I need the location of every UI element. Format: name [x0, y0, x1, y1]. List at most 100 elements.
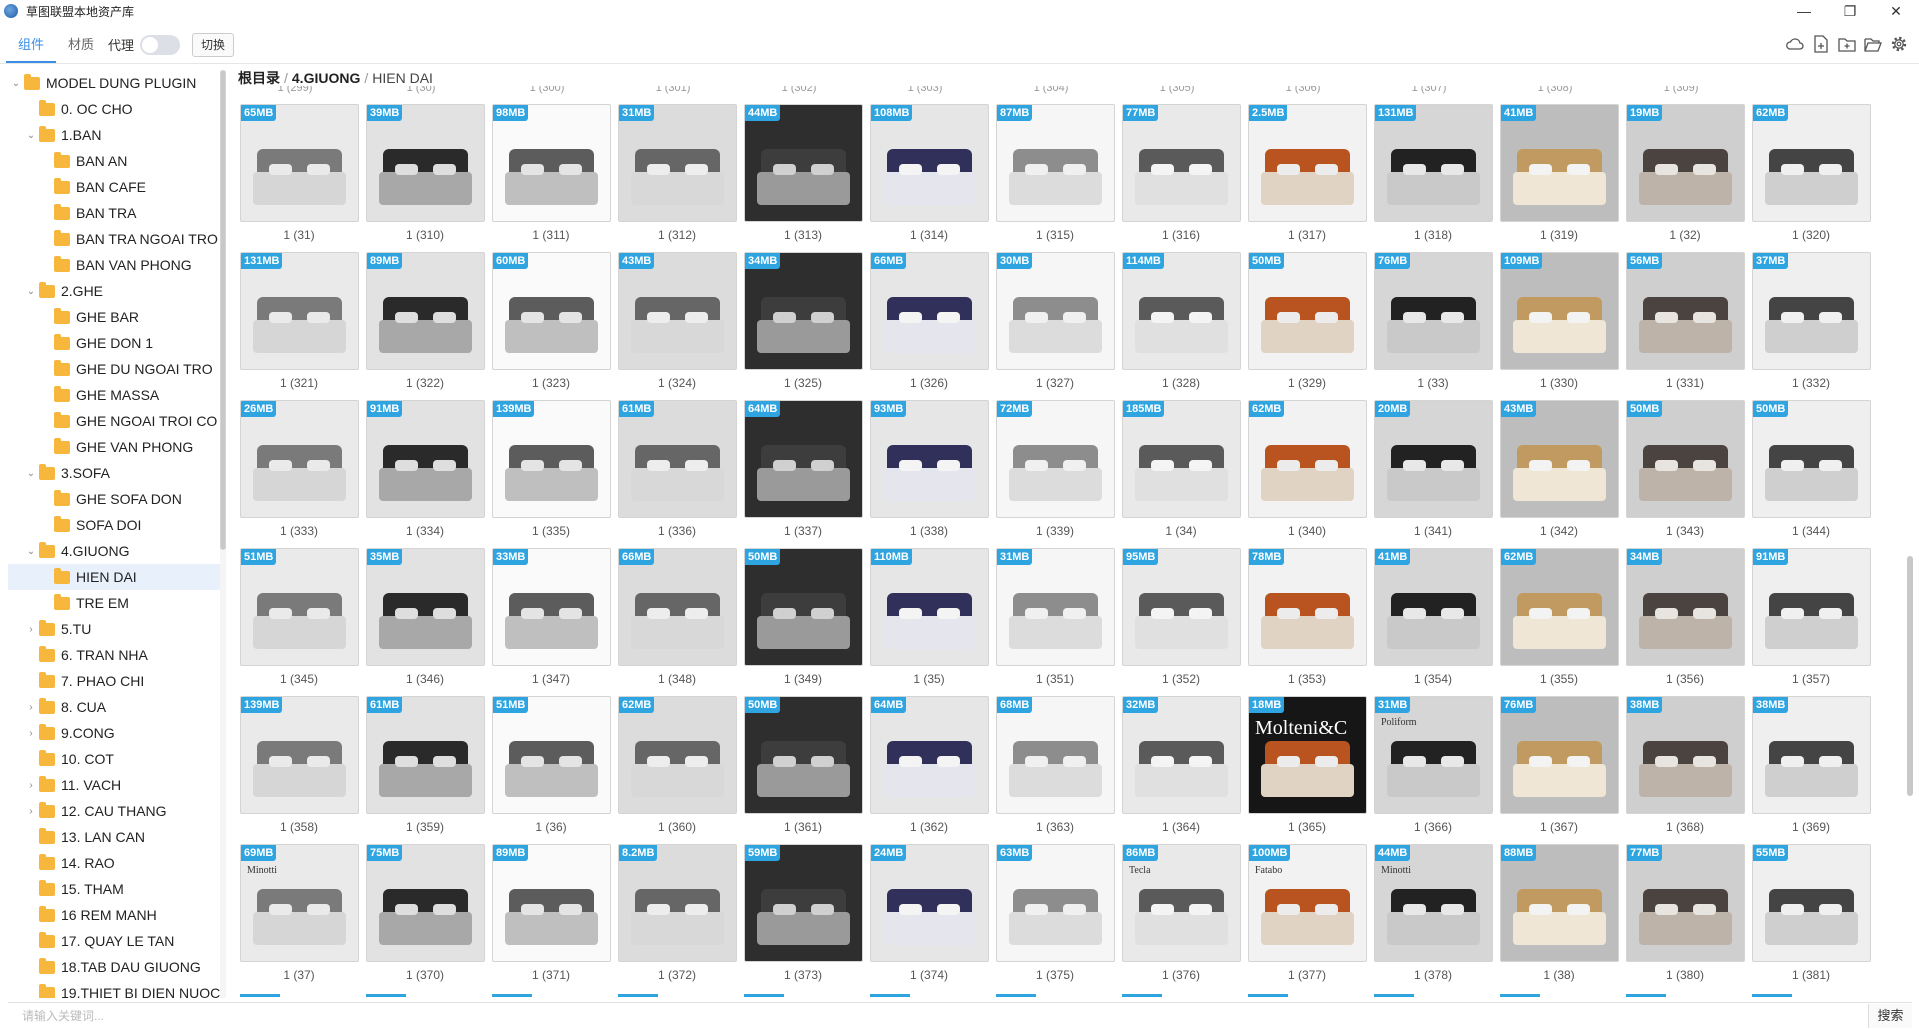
asset-card[interactable]: 91MB 1 (357) — [1748, 548, 1874, 696]
asset-card[interactable]: 39MB 1 (310) — [362, 104, 488, 252]
asset-card[interactable]: 26MB 1 (333) — [236, 400, 362, 548]
asset-card[interactable]: 61MB 1 (336) — [614, 400, 740, 548]
maximize-button[interactable]: ❐ — [1827, 0, 1873, 22]
asset-thumbnail[interactable]: 91MB — [366, 400, 485, 518]
asset-card[interactable]: 51MB 1 (345) — [236, 548, 362, 696]
asset-thumbnail[interactable]: 50MB — [744, 548, 863, 666]
asset-card[interactable]: 55MB 1 (381) — [1748, 844, 1874, 992]
asset-thumbnail[interactable]: 8.2MB — [618, 844, 737, 962]
asset-thumbnail[interactable]: 50MB — [1248, 252, 1367, 370]
asset-card[interactable]: 98MB 1 (311) — [488, 104, 614, 252]
asset-card[interactable]: 33MB 1 (347) — [488, 548, 614, 696]
asset-thumbnail[interactable]: 108MB — [870, 104, 989, 222]
open-folder-icon[interactable] — [1863, 34, 1883, 54]
tree-item[interactable]: GHE DU NGOAI TRO — [8, 356, 224, 382]
asset-card[interactable]: 185MB 1 (34) — [1118, 400, 1244, 548]
asset-thumbnail[interactable]: 62MB — [1248, 400, 1367, 518]
tree-item[interactable]: GHE DON 1 — [8, 330, 224, 356]
chevron-right-icon[interactable]: › — [23, 806, 39, 817]
asset-thumbnail[interactable]: 31MB — [996, 548, 1115, 666]
asset-thumbnail[interactable]: 31MB — [618, 104, 737, 222]
asset-card[interactable]: 76MB 1 (367) — [1496, 696, 1622, 844]
asset-thumbnail[interactable]: 87MB — [996, 104, 1115, 222]
asset-thumbnail[interactable]: 32MB — [1122, 696, 1241, 814]
asset-card[interactable]: 59MB 1 (373) — [740, 844, 866, 992]
asset-card[interactable]: 50MB 1 (349) — [740, 548, 866, 696]
tree-item[interactable]: GHE BAR — [8, 304, 224, 330]
asset-card[interactable]: 139MB 1 (358) — [236, 696, 362, 844]
asset-card[interactable]: 68MB 1 (363) — [992, 696, 1118, 844]
asset-thumbnail[interactable]: 78MB — [1248, 548, 1367, 666]
asset-card[interactable]: 50MB 1 (361) — [740, 696, 866, 844]
asset-card[interactable]: 77MB 1 (316) — [1118, 104, 1244, 252]
asset-thumbnail[interactable]: 77MB — [1626, 844, 1745, 962]
asset-thumbnail[interactable]: 65MB — [240, 104, 359, 222]
asset-thumbnail[interactable]: 35MB — [366, 548, 485, 666]
chevron-right-icon[interactable]: › — [23, 780, 39, 791]
proxy-toggle[interactable] — [140, 34, 181, 55]
cloud-icon[interactable] — [1785, 34, 1805, 54]
asset-thumbnail[interactable]: 76MB — [1374, 252, 1493, 370]
tree-item[interactable]: TRE EM — [8, 590, 224, 616]
tree-item[interactable]: GHE NGOAI TROI CO — [8, 408, 224, 434]
tree-item[interactable]: BAN VAN PHONG — [8, 252, 224, 278]
tab-materials[interactable]: 材质 — [56, 27, 106, 63]
tree-item[interactable]: › 12. CAU THANG — [8, 798, 224, 824]
search-button[interactable]: 搜索 — [1868, 1003, 1912, 1028]
asset-thumbnail[interactable]: 98MB — [492, 104, 611, 222]
grid-scroll-thumb[interactable] — [1907, 556, 1913, 796]
asset-thumbnail[interactable]: 56MB — [1626, 252, 1745, 370]
asset-card[interactable]: 62MB 1 (355) — [1496, 548, 1622, 696]
tree-item[interactable]: 14. RAO — [8, 850, 224, 876]
asset-thumbnail[interactable]: 64MB — [744, 400, 863, 518]
asset-card[interactable]: 51MB 1 (36) — [488, 696, 614, 844]
asset-card[interactable]: 65MB 1 (31) — [236, 104, 362, 252]
asset-card[interactable]: 91MB 1 (334) — [362, 400, 488, 548]
asset-card[interactable]: 66MB 1 (326) — [866, 252, 992, 400]
tree-item[interactable]: 10. COT — [8, 746, 224, 772]
asset-thumbnail[interactable]: 51MB — [240, 548, 359, 666]
asset-card[interactable]: 24MB 1 (374) — [866, 844, 992, 992]
asset-card[interactable]: 20MB 1 (341) — [1370, 400, 1496, 548]
asset-card[interactable]: 109MB 1 (330) — [1496, 252, 1622, 400]
asset-thumbnail[interactable]: 60MB — [492, 252, 611, 370]
minimize-button[interactable]: — — [1781, 0, 1827, 22]
asset-card[interactable]: 69MB Minotti 1 (37) — [236, 844, 362, 992]
tree-item[interactable]: BAN TRA NGOAI TRO — [8, 226, 224, 252]
tree-item[interactable]: ⌄ 1.BAN — [8, 122, 224, 148]
asset-card[interactable]: 41MB 1 (319) — [1496, 104, 1622, 252]
asset-card[interactable]: 139MB 1 (335) — [488, 400, 614, 548]
asset-card[interactable]: 34MB 1 (325) — [740, 252, 866, 400]
new-folder-icon[interactable] — [1837, 34, 1857, 54]
asset-thumbnail[interactable]: 86MB Tecla — [1122, 844, 1241, 962]
asset-card[interactable]: 93MB 1 (338) — [866, 400, 992, 548]
asset-thumbnail[interactable]: 2.5MB — [1248, 104, 1367, 222]
asset-thumbnail[interactable]: 59MB — [744, 844, 863, 962]
asset-card[interactable]: 43MB 1 (324) — [614, 252, 740, 400]
asset-thumbnail[interactable]: 110MB — [870, 548, 989, 666]
asset-thumbnail[interactable]: 41MB — [1500, 104, 1619, 222]
chevron-down-icon[interactable]: ⌄ — [23, 130, 39, 141]
chevron-down-icon[interactable]: ⌄ — [23, 468, 39, 479]
tree-item[interactable]: 19.THIET BI DIEN NUOC — [8, 980, 224, 998]
asset-thumbnail[interactable]: 61MB — [366, 696, 485, 814]
asset-thumbnail[interactable]: 100MB Fatabo — [1248, 844, 1367, 962]
asset-card[interactable]: 19MB 1 (32) — [1622, 104, 1748, 252]
asset-card[interactable]: 114MB 1 (328) — [1118, 252, 1244, 400]
asset-card[interactable]: 89MB 1 (322) — [362, 252, 488, 400]
asset-card[interactable]: 108MB 1 (314) — [866, 104, 992, 252]
asset-thumbnail[interactable]: 185MB — [1122, 400, 1241, 518]
asset-thumbnail[interactable]: 37MB — [1752, 252, 1871, 370]
asset-thumbnail[interactable]: 41MB — [1374, 548, 1493, 666]
asset-thumbnail[interactable]: 91MB — [1752, 548, 1871, 666]
asset-card[interactable]: 131MB 1 (318) — [1370, 104, 1496, 252]
asset-card[interactable]: 37MB 1 (332) — [1748, 252, 1874, 400]
asset-card[interactable]: 32MB 1 (364) — [1118, 696, 1244, 844]
asset-thumbnail[interactable]: 76MB — [1500, 696, 1619, 814]
asset-thumbnail[interactable]: 51MB — [492, 696, 611, 814]
chevron-down-icon[interactable]: ⌄ — [23, 546, 39, 557]
asset-thumbnail[interactable]: 131MB — [1374, 104, 1493, 222]
asset-card[interactable]: 64MB 1 (337) — [740, 400, 866, 548]
asset-card[interactable]: 100MB Fatabo 1 (377) — [1244, 844, 1370, 992]
asset-thumbnail[interactable]: 62MB — [1752, 104, 1871, 222]
